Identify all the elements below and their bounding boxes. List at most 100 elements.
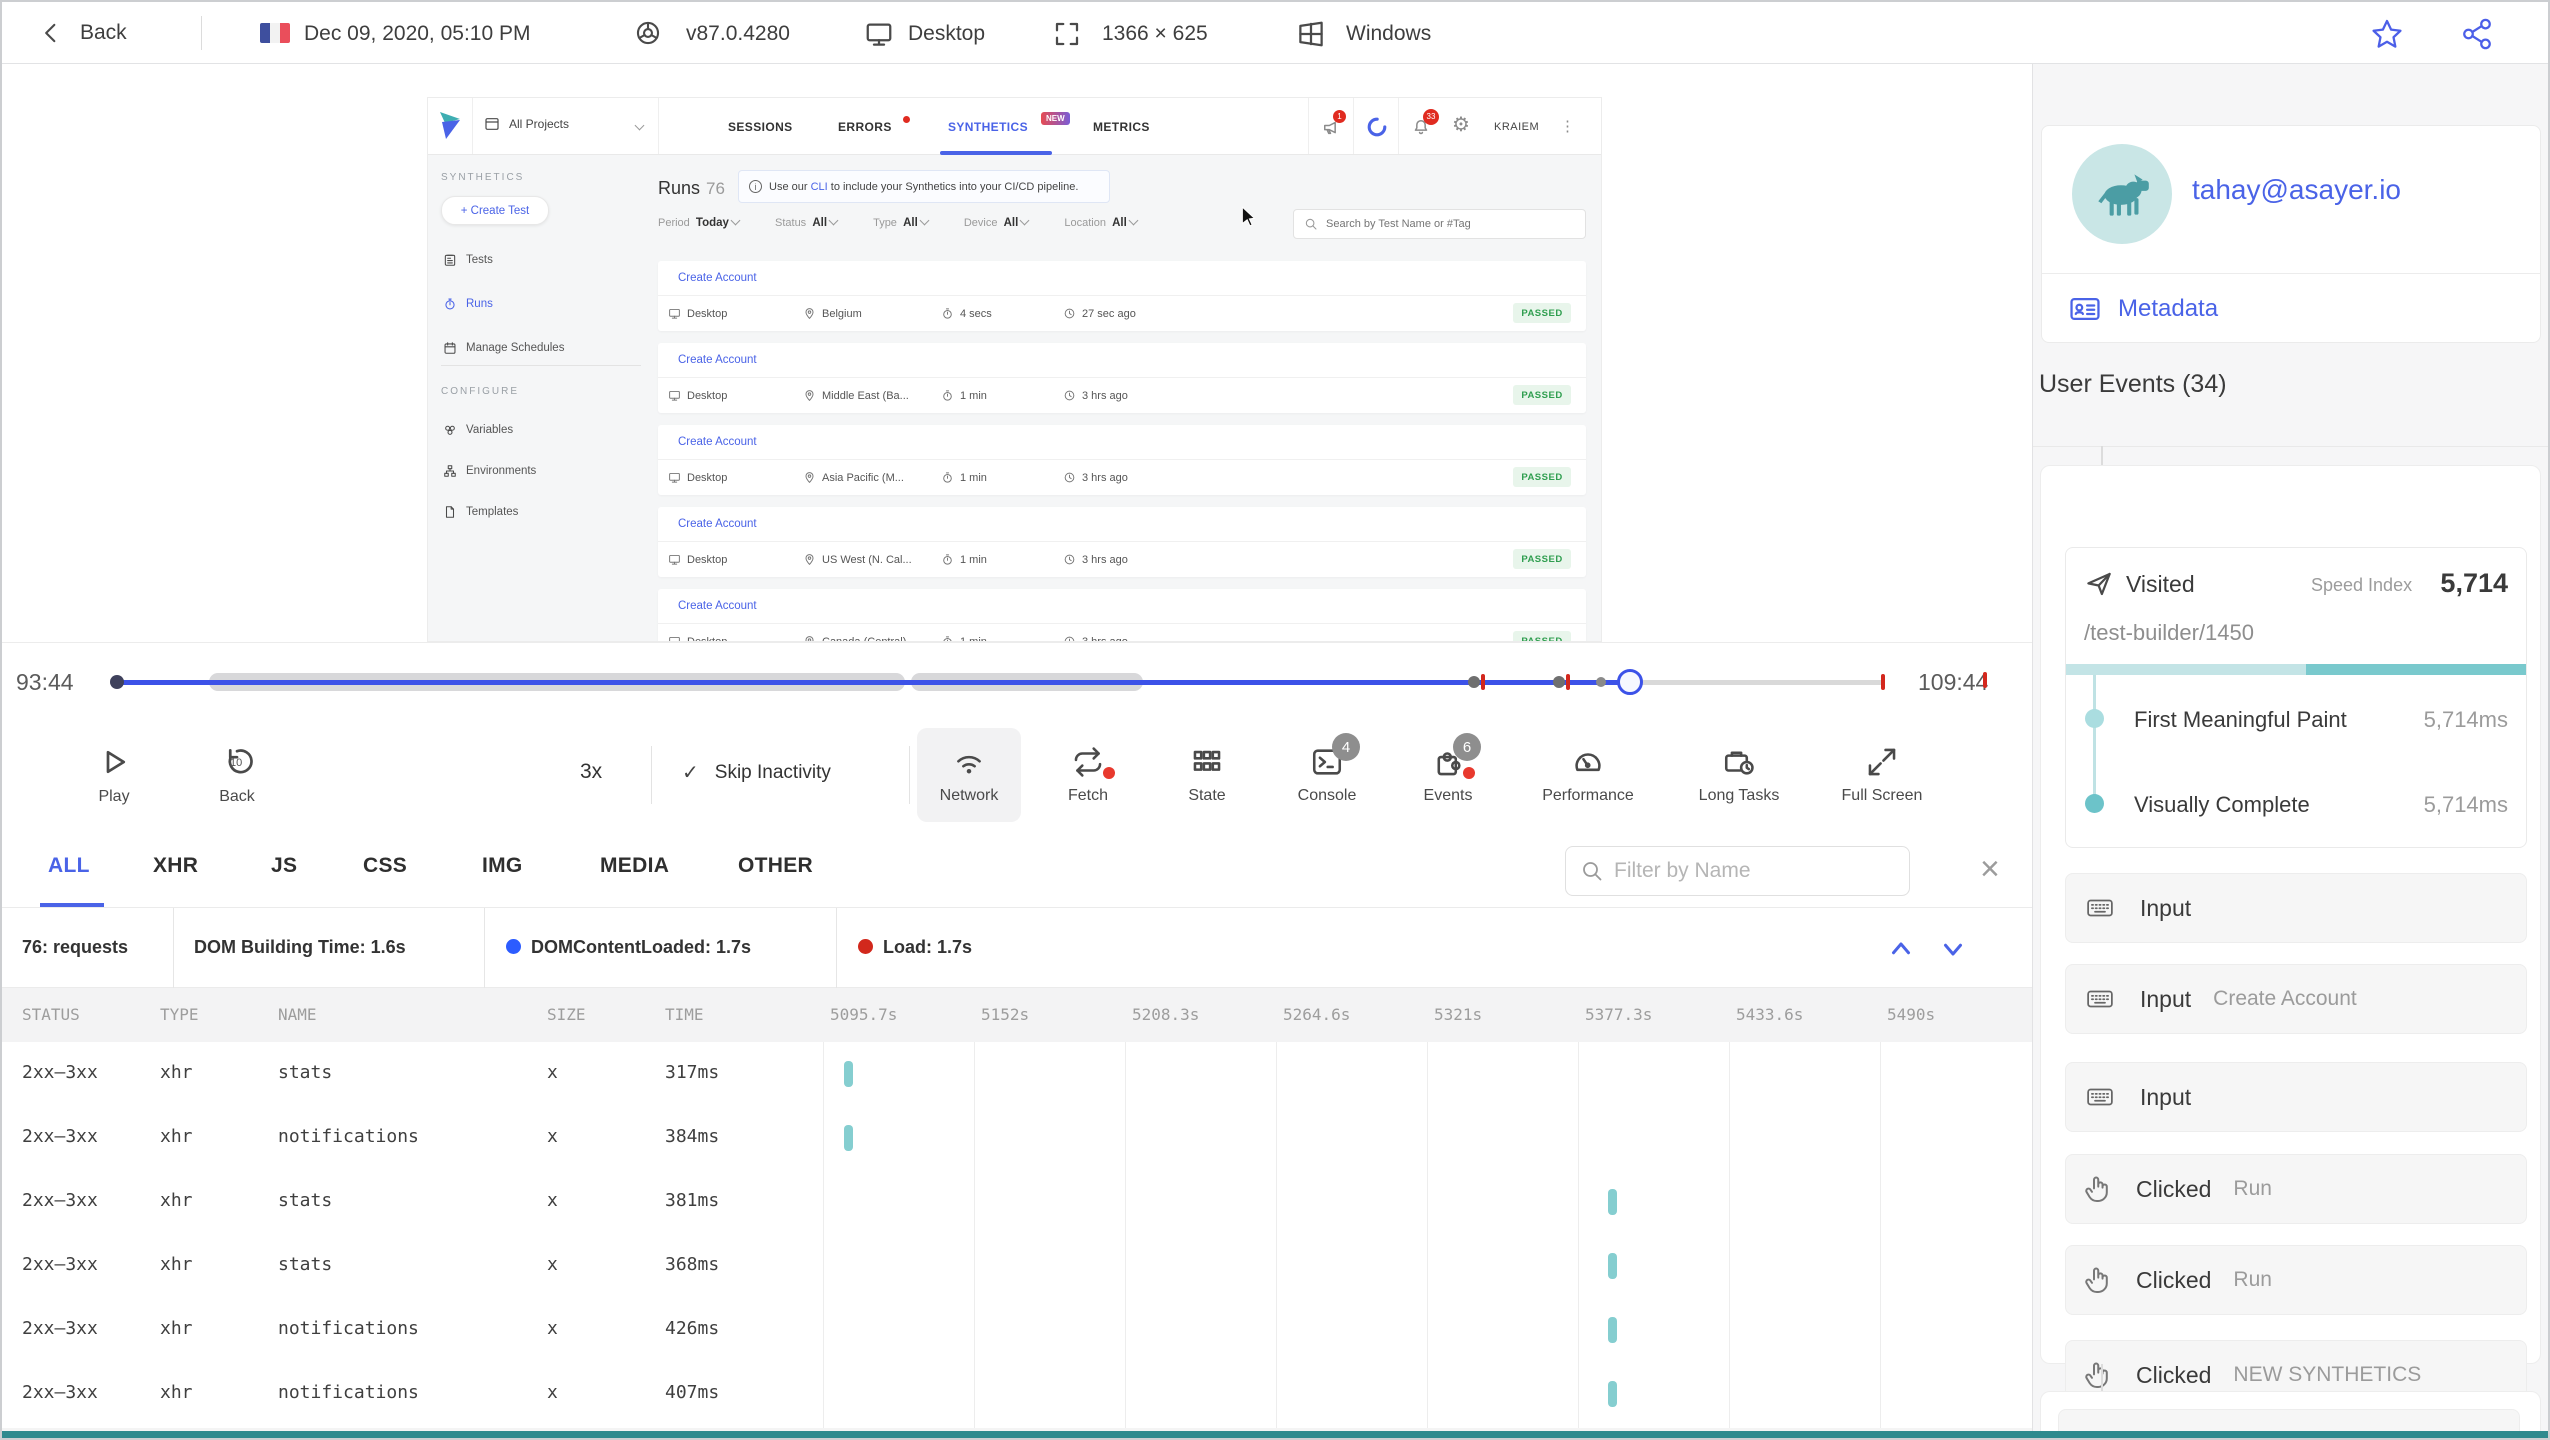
speed-index-label: Speed Index: [2311, 575, 2413, 595]
network-filter-box[interactable]: [1565, 846, 1910, 896]
toggle-performance[interactable]: Performance: [1518, 728, 1658, 822]
skip-inactivity-toggle[interactable]: ✓ Skip Inactivity: [682, 760, 831, 785]
user-events-title: User Events (34): [2039, 370, 2227, 398]
filter-location[interactable]: Location All: [1064, 215, 1139, 229]
run-name-link[interactable]: Create Account: [678, 354, 757, 366]
visited-event-card[interactable]: Visited Speed Index 5,714 /test-builder/…: [2065, 547, 2527, 848]
avatar: [2072, 144, 2172, 244]
run-name-link[interactable]: Create Account: [678, 518, 757, 530]
run-card[interactable]: Create Account Desktop Canada (Central) …: [658, 589, 1586, 641]
back-10s-button[interactable]: 10 Back: [177, 728, 297, 822]
toggle-full-screen[interactable]: Full Screen: [1817, 728, 1947, 822]
toggle-fetch[interactable]: Fetch: [1028, 728, 1148, 822]
event-item-clicked[interactable]: Clicked Run: [2065, 1154, 2527, 1224]
tab-all[interactable]: ALL: [48, 854, 90, 878]
bottom-scroll-bar[interactable]: [2, 1431, 2548, 1438]
speed-toggle[interactable]: 3x: [580, 760, 602, 784]
toggle-events[interactable]: 6 Events: [1388, 728, 1508, 822]
location-pin-icon: [805, 636, 814, 641]
paint-progress-bar: [2066, 664, 2526, 675]
network-request-row[interactable]: 2xx–3xx xhr notifications x 407ms: [2, 1362, 2032, 1426]
project-selector[interactable]: All Projects: [484, 116, 569, 132]
filter-period[interactable]: Period Today: [658, 215, 741, 229]
time-tick: 5321s: [1434, 1005, 1483, 1024]
timeline-scrubber[interactable]: [1617, 669, 1643, 695]
test-search-input[interactable]: [1326, 218, 1566, 230]
window-icon: [485, 118, 499, 130]
filter-device[interactable]: Device All: [964, 215, 1030, 229]
filter-status[interactable]: Status All: [775, 215, 839, 229]
toggle-state[interactable]: State: [1147, 728, 1267, 822]
event-item-input[interactable]: Input: [2065, 873, 2527, 943]
event-item-clicked[interactable]: Clicked Run: [2065, 1245, 2527, 1315]
network-table-body: 2xx–3xx xhr stats x 317ms 2xx–3xx xhr notif…: [2, 1042, 2032, 1428]
timeline-start-dot: [110, 675, 124, 689]
tab-css[interactable]: CSS: [363, 854, 407, 878]
stopwatch-icon: [943, 554, 952, 565]
tab-img[interactable]: IMG: [482, 854, 523, 878]
app-sidebar-item-templates[interactable]: Templates: [443, 505, 518, 519]
network-request-row[interactable]: 2xx–3xx xhr stats x 381ms: [2, 1170, 2032, 1234]
user-email-link[interactable]: tahay@asayer.io: [2192, 174, 2401, 206]
run-card[interactable]: Create Account Desktop Asia Pacific (M..…: [658, 425, 1586, 495]
favorite-star-icon[interactable]: [2370, 17, 2404, 51]
wifi-icon: [957, 755, 981, 774]
user-menu[interactable]: KRAIEM: [1494, 121, 1539, 133]
run-name-link[interactable]: Create Account: [678, 600, 757, 612]
close-panel-icon[interactable]: ×: [1980, 850, 2000, 889]
visually-complete-value: 5,714ms: [2423, 792, 2508, 817]
gear-icon[interactable]: ⚙: [1452, 115, 1470, 135]
create-test-button[interactable]: + Create Test: [441, 196, 549, 225]
toggle-network[interactable]: Network: [917, 728, 1021, 822]
app-sidebar-item-manage-schedules[interactable]: Manage Schedules: [443, 341, 564, 355]
app-tab-errors[interactable]: ERRORS: [838, 120, 892, 134]
metadata-button[interactable]: Metadata: [2042, 273, 2540, 343]
toggle-console[interactable]: 4 Console: [1267, 728, 1387, 822]
jump-previous-icon[interactable]: [1886, 934, 1916, 964]
fmp-value: 5,714ms: [2423, 707, 2508, 732]
more-vertical-icon[interactable]: ⋮: [1560, 117, 1575, 135]
network-filter-input[interactable]: [1614, 859, 1874, 883]
run-card[interactable]: Create Account Desktop US West (N. Cal..…: [658, 507, 1586, 577]
run-name-link[interactable]: Create Account: [678, 272, 757, 284]
test-search-box[interactable]: [1293, 209, 1586, 239]
app-sidebar-item-runs[interactable]: Runs: [443, 297, 493, 311]
app-sidebar-item-variables[interactable]: Variables: [443, 423, 513, 437]
speed-index-value: 5,714: [2440, 568, 2508, 598]
run-name-link[interactable]: Create Account: [678, 436, 757, 448]
variables-icon: [445, 425, 455, 435]
back-button[interactable]: Back: [38, 16, 127, 50]
org-chart-icon: [444, 465, 456, 477]
events-alert-dot: [1463, 767, 1475, 779]
event-item-input[interactable]: Input: [2065, 1062, 2527, 1132]
network-request-row[interactable]: 2xx–3xx xhr stats x 317ms: [2, 1042, 2032, 1106]
tab-other[interactable]: OTHER: [738, 854, 813, 878]
share-icon[interactable]: [2460, 17, 2494, 51]
run-card[interactable]: Create Account Desktop Belgium 4 secs 27…: [658, 261, 1586, 331]
app-sidebar-item-tests[interactable]: Tests: [443, 253, 493, 267]
tab-media[interactable]: MEDIA: [600, 854, 669, 878]
app-sidebar-item-environments[interactable]: Environments: [443, 464, 536, 478]
cli-link[interactable]: CLI: [811, 181, 828, 193]
app-tab-synthetics[interactable]: SYNTHETICS: [948, 120, 1028, 134]
run-card[interactable]: Create Account Desktop Middle East (Ba..…: [658, 343, 1586, 413]
network-request-row[interactable]: 2xx–3xx xhr stats x 368ms: [2, 1234, 2032, 1298]
event-item-input[interactable]: Input Create Account: [2065, 964, 2527, 1034]
network-request-row[interactable]: 2xx–3xx xhr notifications x 426ms: [2, 1298, 2032, 1362]
announcements-badge: 1: [1333, 110, 1346, 123]
timeline-track[interactable]: [110, 643, 1885, 721]
play-button[interactable]: Play: [54, 728, 174, 822]
cli-banner: i Use our CLI to include your Synthetics…: [738, 170, 1110, 203]
app-tab-sessions[interactable]: SESSIONS: [728, 120, 793, 134]
tab-js[interactable]: JS: [271, 854, 297, 878]
timeline-progress: [114, 679, 1630, 685]
filter-type[interactable]: Type All: [873, 215, 930, 229]
time-tick: 5377.3s: [1585, 1005, 1653, 1024]
toggle-long-tasks[interactable]: Long Tasks: [1674, 728, 1804, 822]
time-tick: 5264.6s: [1283, 1005, 1351, 1024]
app-tab-metrics[interactable]: METRICS: [1093, 120, 1150, 134]
tab-xhr[interactable]: XHR: [153, 854, 198, 878]
active-tab-underline: [40, 903, 104, 907]
jump-next-icon[interactable]: [1938, 934, 1968, 964]
network-request-row[interactable]: 2xx–3xx xhr notifications x 384ms: [2, 1106, 2032, 1170]
